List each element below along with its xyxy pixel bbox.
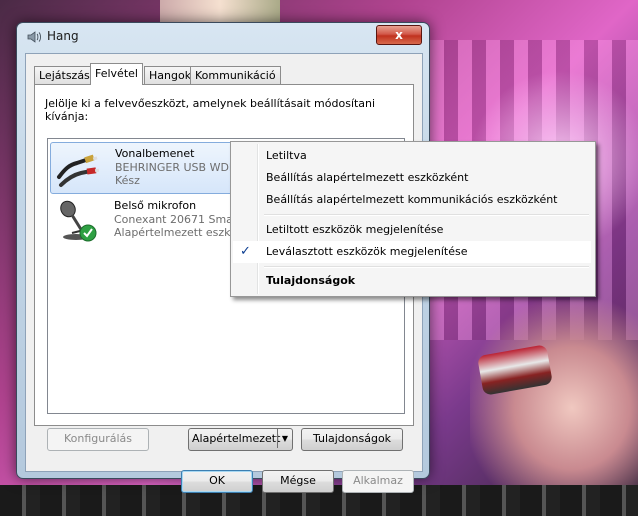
- menu-item-set-default-comm-device[interactable]: Beállítás alapértelmezett kommunikációs …: [233, 189, 591, 211]
- device-driver: BEHRINGER USB WDM: [115, 161, 239, 174]
- menu-item-properties[interactable]: Tulajdonságok: [233, 270, 591, 292]
- apply-button[interactable]: Alkalmaz: [342, 470, 414, 493]
- close-button[interactable]: x: [376, 25, 422, 45]
- line-in-jack-icon: [57, 154, 99, 187]
- cancel-button[interactable]: Mégse: [262, 470, 334, 493]
- ok-button[interactable]: OK: [181, 470, 253, 493]
- properties-button[interactable]: Tulajdonságok: [301, 428, 403, 451]
- device-driver: Conexant 20671 SmartA: [114, 213, 250, 226]
- instruction-text: Jelölje ki a felvevőeszközt, amelynek be…: [45, 97, 376, 123]
- menu-separator: [264, 214, 589, 216]
- menu-item-show-disconnected-devices[interactable]: ✓ Leválasztott eszközök megjelenítése: [233, 241, 591, 263]
- menu-item-label: Tulajdonságok: [266, 274, 356, 287]
- checkmark-icon: ✓: [240, 244, 251, 259]
- configure-button[interactable]: Konfigurálás: [47, 428, 149, 451]
- menu-item-label: Letiltva: [266, 149, 307, 162]
- menu-item-set-default-device[interactable]: Beállítás alapértelmezett eszközként: [233, 167, 591, 189]
- device-name: Belső mikrofon: [114, 199, 197, 212]
- device-status: Alapértelmezett eszköz: [114, 226, 243, 239]
- device-status: Kész: [115, 174, 140, 187]
- microphone-default-icon: [60, 200, 97, 242]
- menu-separator: [264, 266, 589, 268]
- wallpaper-figure: [470, 300, 638, 516]
- menu-item-label: Beállítás alapértelmezett kommunikációs …: [266, 193, 558, 206]
- title-bar[interactable]: Hang x: [17, 23, 429, 51]
- tab-sounds[interactable]: Hangok: [144, 66, 197, 84]
- menu-item-label: Beállítás alapértelmezett eszközként: [266, 171, 469, 184]
- window-title: Hang: [47, 29, 79, 43]
- menu-item-label: Letiltott eszközök megjelenítése: [266, 223, 444, 236]
- set-default-label: Alapértelmezett: [192, 432, 281, 445]
- tab-communications[interactable]: Kommunikáció: [190, 66, 281, 84]
- set-default-split-button[interactable]: Alapértelmezett ▼: [188, 428, 293, 451]
- menu-item-label: Leválasztott eszközök megjelenítése: [266, 245, 468, 258]
- tab-playback[interactable]: Lejátszás: [34, 66, 95, 84]
- menu-item-disabled[interactable]: Letiltva: [233, 145, 591, 167]
- tab-recording[interactable]: Felvétel: [90, 63, 143, 85]
- context-menu: Letiltva Beállítás alapértelmezett eszkö…: [230, 141, 596, 297]
- menu-item-show-disabled-devices[interactable]: Letiltott eszközök megjelenítése: [233, 219, 591, 241]
- speaker-icon: [27, 31, 41, 43]
- chevron-down-icon[interactable]: ▼: [277, 429, 292, 448]
- device-name: Vonalbemenet: [115, 147, 195, 160]
